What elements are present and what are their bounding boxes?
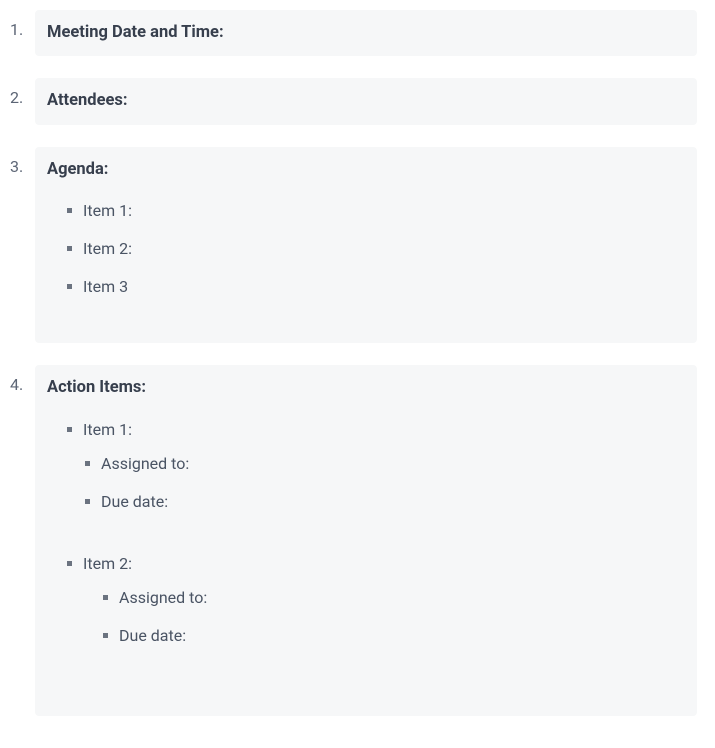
attendees-label: Attendees:	[47, 88, 685, 114]
block-attendees: Attendees:	[35, 78, 697, 124]
action-item-title: Item 1:	[83, 420, 132, 439]
section-meeting-date: Meeting Date and Time:	[10, 10, 697, 56]
assigned-to-label: Assigned to:	[101, 454, 189, 473]
agenda-item-text: Item 2:	[83, 239, 132, 258]
agenda-item-text: Item 3	[83, 277, 128, 296]
action-item: Item 1: Assigned to: Due date:	[71, 418, 685, 538]
agenda-item: Item 2:	[71, 237, 685, 261]
assigned-to: Assigned to:	[89, 452, 685, 476]
due-date: Due date:	[107, 624, 685, 648]
action-item: Item 2: Assigned to: Due date:	[71, 552, 685, 672]
block-agenda: Agenda: Item 1: Item 2: Item 3	[35, 147, 697, 343]
agenda-item-text: Item 1:	[83, 201, 132, 220]
agenda-label: Agenda:	[47, 157, 685, 183]
action-items-list: Item 1: Assigned to: Due date: Item 2: A…	[47, 418, 685, 706]
agenda-item: Item 1:	[71, 199, 685, 223]
section-agenda: Agenda: Item 1: Item 2: Item 3	[10, 147, 697, 343]
meeting-template-list: Meeting Date and Time: Attendees: Agenda…	[10, 10, 697, 716]
section-action-items: Action Items: Item 1: Assigned to: Due d…	[10, 365, 697, 715]
assigned-to-label: Assigned to:	[119, 588, 207, 607]
action-items-label: Action Items:	[47, 375, 685, 401]
action-item-details: Assigned to: Due date:	[83, 452, 685, 538]
due-date: Due date:	[89, 490, 685, 514]
action-item-details: Assigned to: Due date:	[83, 586, 685, 672]
block-meeting-date: Meeting Date and Time:	[35, 10, 697, 56]
section-attendees: Attendees:	[10, 78, 697, 124]
agenda-item: Item 3	[71, 275, 685, 299]
assigned-to: Assigned to:	[107, 586, 685, 610]
block-action-items: Action Items: Item 1: Assigned to: Due d…	[35, 365, 697, 715]
due-date-label: Due date:	[119, 626, 186, 645]
agenda-items-list: Item 1: Item 2: Item 3	[47, 199, 685, 333]
due-date-label: Due date:	[101, 492, 168, 511]
meeting-date-label: Meeting Date and Time:	[47, 20, 685, 46]
action-item-title: Item 2:	[83, 554, 132, 573]
